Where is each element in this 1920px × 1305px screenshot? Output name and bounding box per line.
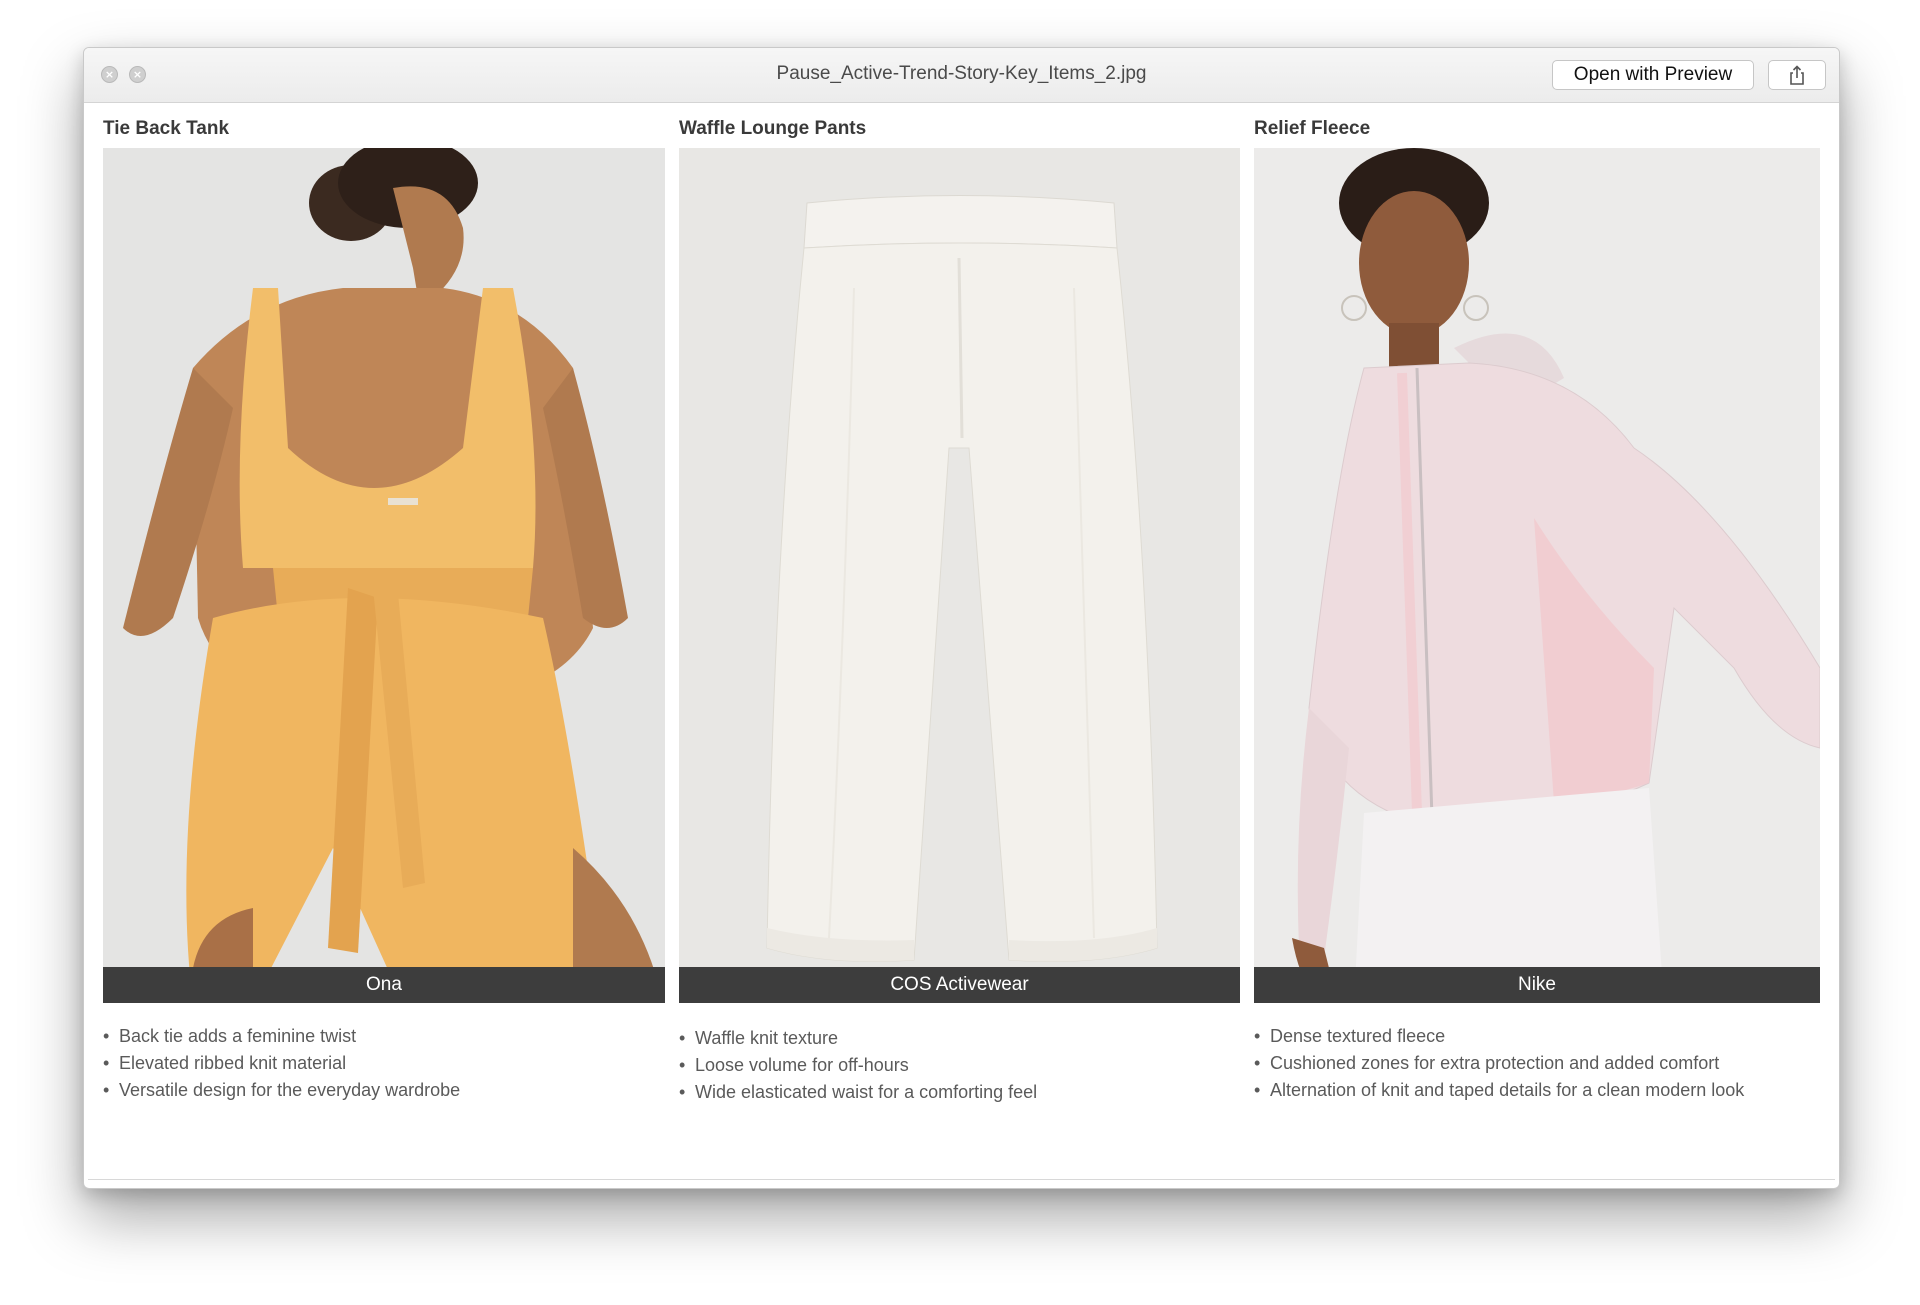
share-button[interactable] (1768, 60, 1826, 90)
feature-item: Waffle knit texture (679, 1025, 1037, 1052)
product-photo-tank: Ona (103, 148, 665, 1003)
share-icon (1790, 65, 1804, 85)
product-photo-pants: COS Activewear (679, 148, 1240, 1003)
title-bar: × × Pause_Active-Trend-Story-Key_Items_2… (84, 48, 1839, 103)
quicklook-window: × × Pause_Active-Trend-Story-Key_Items_2… (83, 47, 1840, 1189)
feature-item: Alternation of knit and taped details fo… (1254, 1077, 1744, 1104)
feature-item: Wide elasticated waist for a comforting … (679, 1079, 1037, 1106)
feature-item: Versatile design for the everyday wardro… (103, 1077, 460, 1104)
feature-item: Elevated ribbed knit material (103, 1050, 460, 1077)
feature-item: Back tie adds a feminine twist (103, 1023, 460, 1050)
feature-list: Dense textured fleece Cushioned zones fo… (1254, 1023, 1744, 1104)
brand-bar: Nike (1254, 967, 1820, 1003)
feature-item: Cushioned zones for extra protection and… (1254, 1050, 1744, 1077)
brand-bar: COS Activewear (679, 967, 1240, 1003)
brand-bar: Ona (103, 967, 665, 1003)
open-with-preview-button[interactable]: Open with Preview (1552, 60, 1754, 90)
feature-item: Dense textured fleece (1254, 1023, 1744, 1050)
product-title: Waffle Lounge Pants (679, 118, 867, 139)
preview-content: Tie Back Tank Ona • Back tie adds a femi… (88, 103, 1835, 1180)
feature-list: Back tie adds a feminine twist Elevated … (103, 1023, 460, 1104)
feature-item: Loose volume for off-hours (679, 1052, 1037, 1079)
feature-list: Waffle knit texture Loose volume for off… (679, 1025, 1037, 1106)
product-title: Relief Fleece (1254, 118, 1371, 139)
product-photo-fleece: Nike (1254, 148, 1820, 1003)
product-title: Tie Back Tank (103, 118, 230, 139)
